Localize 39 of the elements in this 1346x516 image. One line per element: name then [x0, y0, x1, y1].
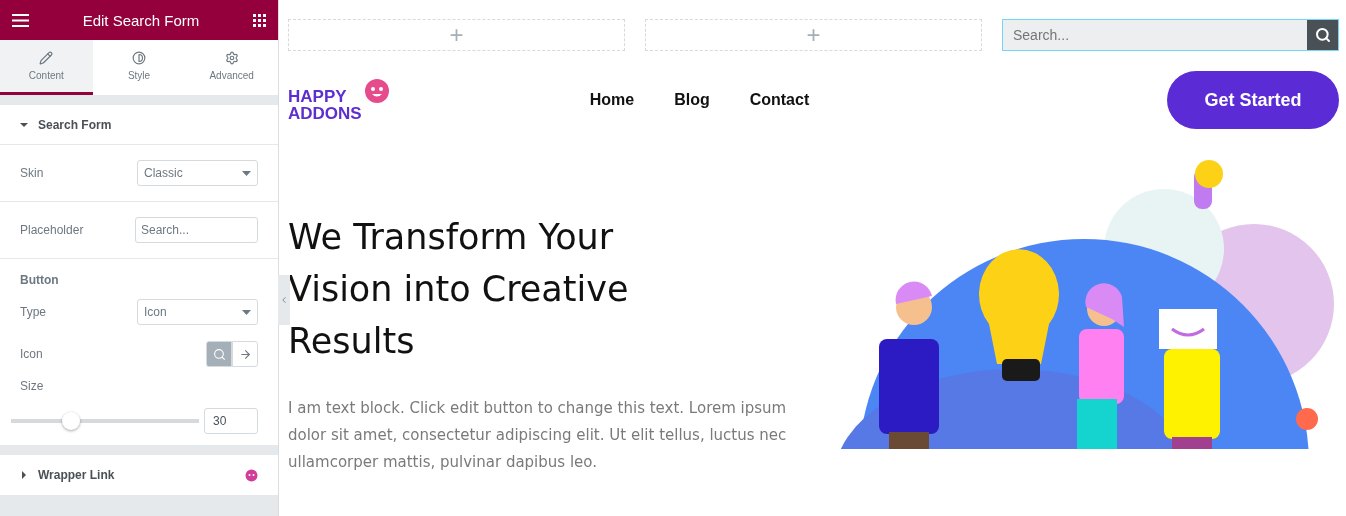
smiley-logo-icon [363, 78, 390, 104]
caret-down-icon [242, 309, 251, 315]
group-heading: Button [19, 272, 60, 289]
type-select[interactable]: Icon [137, 299, 258, 325]
logo-text: HAPPY ADDONS [288, 88, 362, 122]
panel-title: Edit Search Form [82, 11, 200, 29]
pencil-icon [39, 51, 54, 65]
field-label: Type [20, 305, 46, 319]
slider-thumb[interactable] [62, 412, 80, 430]
hero-headline: We Transform Your Vision into Creative Results [288, 216, 630, 363]
menu-icon[interactable] [12, 13, 29, 27]
caret-right-icon [20, 471, 28, 479]
hero-paragraph: I am text block. Click edit button to change this text. Lorem ipsum dolor sit amet, consectetur adipiscing elit. Ut elit tellus, luctus nec ullamcorper mattis, pulvinar dapibus leo. [288, 398, 788, 473]
field-label: Icon [20, 347, 43, 361]
icon-choice-button[interactable] [232, 341, 258, 367]
contrast-icon [132, 51, 146, 65]
search-icon [1314, 27, 1331, 43]
search-input[interactable]: Search... [1003, 20, 1307, 50]
skin-select[interactable]: Classic [137, 160, 258, 186]
caret-down-icon [20, 120, 28, 129]
arrow-right-icon [238, 347, 252, 361]
field-label: Size [20, 379, 44, 393]
caret-down-icon [242, 170, 251, 176]
size-input[interactable]: 30 [204, 408, 258, 434]
field-label: Placeholder [20, 223, 84, 237]
nav-link[interactable]: Contact [749, 91, 810, 109]
placeholder-input[interactable]: Search... [135, 217, 258, 243]
get-started-button[interactable]: Get Started [1167, 71, 1339, 129]
icon-choice-button[interactable] [206, 341, 232, 367]
search-button[interactable] [1307, 20, 1338, 50]
nav-link[interactable]: Blog [674, 91, 710, 109]
nav-link[interactable]: Home [589, 91, 635, 109]
field-label: Skin [20, 166, 44, 180]
badge-icon [245, 468, 258, 482]
panel-tab[interactable]: Content [0, 40, 93, 95]
grid-icon[interactable] [253, 13, 266, 27]
settings-icon [224, 51, 239, 65]
search-icon [212, 347, 226, 361]
chevron-left-icon [279, 295, 289, 305]
